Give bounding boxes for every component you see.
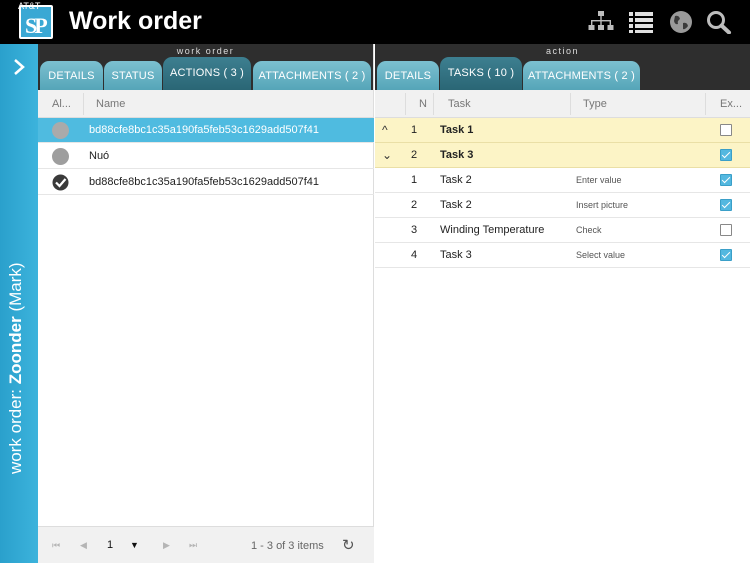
column-header-alert[interactable]: Al...	[52, 98, 71, 110]
task-name: Task 3	[440, 249, 472, 261]
task-number: 2	[411, 199, 418, 211]
work-order-panel: work order DETAILS STATUS ACTIONS ( 3 ) …	[38, 44, 374, 563]
column-header-executed[interactable]: Ex...	[720, 98, 742, 110]
column-separator	[83, 93, 84, 115]
tab-attachments[interactable]: ATTACHMENTS ( 2 )	[253, 61, 371, 90]
task-number: 4	[411, 249, 418, 261]
action-panel: action DETAILS TASKS ( 10 ) ATTACHMENTS …	[375, 44, 750, 563]
hierarchy-icon[interactable]	[588, 10, 614, 34]
task-number: 2	[411, 149, 418, 161]
tab-action-attachments[interactable]: ATTACHMENTS ( 2 )	[523, 61, 640, 90]
globe-icon[interactable]	[668, 10, 694, 34]
table-row[interactable]: bd88cfe8bc1c35a190fa5feb53c1629add507f41	[38, 170, 374, 195]
status-done-icon	[52, 174, 69, 191]
column-header-n[interactable]: N	[419, 98, 427, 110]
task-name: Task 2	[440, 199, 472, 211]
task-row[interactable]: 3 Winding Temperature Check	[375, 218, 750, 243]
first-page-button[interactable]: ⏮	[52, 540, 60, 551]
sidebar: work order: Zoonder (Mark)	[0, 44, 38, 563]
expand-icon[interactable]: ⌄	[382, 148, 392, 162]
column-header-type[interactable]: Type	[583, 98, 607, 110]
work-order-caption: work order	[176, 46, 235, 56]
executed-checkbox[interactable]	[720, 149, 732, 161]
sidebar-title-prefix: work order:	[6, 384, 25, 474]
page-select-dropdown-icon[interactable]: ▼	[130, 540, 139, 550]
column-header-task[interactable]: Task	[448, 98, 471, 110]
task-group-row[interactable]: ^ 1 Task 1	[375, 118, 750, 143]
action-name: Nuó	[89, 150, 110, 162]
tab-tasks[interactable]: TASKS ( 10 )	[440, 57, 522, 90]
page-title: Work order	[69, 7, 202, 35]
task-name: Task 1	[440, 124, 474, 136]
list-icon[interactable]	[628, 10, 654, 34]
tab-actions[interactable]: ACTIONS ( 3 )	[163, 57, 251, 90]
pagination: ⏮ ◀ 1 ▼ ▶ ⏭ 1 - 3 of 3 items ↻	[38, 526, 374, 563]
column-header-name[interactable]: Name	[96, 98, 125, 110]
next-page-button[interactable]: ▶	[163, 540, 170, 551]
sidebar-title-suffix: (Mark)	[6, 262, 25, 317]
page-number[interactable]: 1	[107, 539, 113, 551]
actions-table-header: Al... Name	[38, 90, 373, 118]
sidebar-title: work order: Zoonder (Mark)	[6, 244, 26, 474]
task-type: Check	[576, 225, 602, 235]
action-tabstrip: action DETAILS TASKS ( 10 ) ATTACHMENTS …	[375, 44, 750, 90]
task-row[interactable]: 1 Task 2 Enter value	[375, 168, 750, 193]
column-separator	[705, 93, 706, 115]
task-group-row[interactable]: ⌄ 2 Task 3	[375, 143, 750, 168]
executed-checkbox[interactable]	[720, 124, 732, 136]
logo-caption: AT&T	[18, 1, 41, 11]
action-name: bd88cfe8bc1c35a190fa5feb53c1629add507f41	[89, 176, 319, 188]
tab-details[interactable]: DETAILS	[40, 61, 103, 90]
tab-action-details[interactable]: DETAILS	[377, 61, 439, 90]
work-order-tabstrip: work order DETAILS STATUS ACTIONS ( 3 ) …	[38, 44, 373, 90]
task-type: Enter value	[576, 175, 622, 185]
collapse-icon[interactable]: ^	[382, 123, 388, 137]
action-caption: action	[545, 46, 580, 56]
executed-checkbox[interactable]	[720, 249, 732, 261]
table-row[interactable]: Nuó	[38, 144, 374, 169]
last-page-button[interactable]: ⏭	[189, 540, 197, 551]
task-type: Insert picture	[576, 200, 629, 210]
column-separator	[405, 93, 406, 115]
executed-checkbox[interactable]	[720, 199, 732, 211]
refresh-icon[interactable]: ↻	[342, 536, 355, 554]
task-number: 3	[411, 224, 418, 236]
status-pending-icon	[52, 148, 69, 165]
executed-checkbox[interactable]	[720, 174, 732, 186]
task-number: 1	[411, 124, 418, 136]
executed-checkbox[interactable]	[720, 224, 732, 236]
task-row[interactable]: 4 Task 3 Select value	[375, 243, 750, 268]
sidebar-title-name: Zoonder	[6, 316, 25, 385]
task-name: Task 2	[440, 174, 472, 186]
search-icon[interactable]	[706, 10, 732, 34]
column-separator	[570, 93, 571, 115]
action-name: bd88cfe8bc1c35a190fa5feb53c1629add507f41	[89, 124, 319, 136]
task-type: Select value	[576, 250, 626, 260]
prev-page-button[interactable]: ◀	[80, 540, 87, 551]
tab-status[interactable]: STATUS	[104, 61, 162, 90]
status-pending-icon	[52, 122, 69, 139]
tasks-table-header: N Task Type Ex...	[375, 90, 750, 118]
task-row[interactable]: 2 Task 2 Insert picture	[375, 193, 750, 218]
task-name: Task 3	[440, 149, 474, 161]
task-number: 1	[411, 174, 418, 186]
pager-info: 1 - 3 of 3 items	[251, 540, 324, 552]
column-separator	[433, 93, 434, 115]
task-name: Winding Temperature	[440, 224, 545, 236]
table-row[interactable]: bd88cfe8bc1c35a190fa5feb53c1629add507f41	[38, 118, 374, 143]
chevron-right-icon[interactable]	[12, 58, 26, 76]
top-bar: SP AT&T Work order	[0, 0, 750, 44]
